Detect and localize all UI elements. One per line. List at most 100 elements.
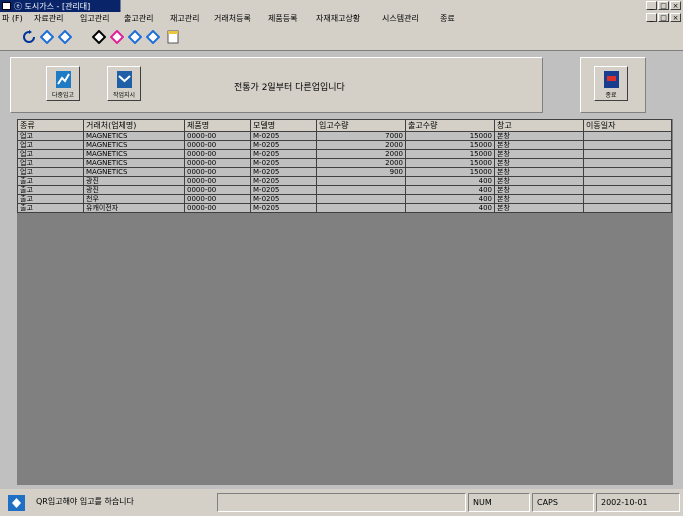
diamond-blue-icon[interactable]: [146, 30, 160, 44]
menu-file[interactable]: 파 (F): [2, 13, 23, 24]
table-cell[interactable]: 본창: [494, 176, 584, 186]
table-row[interactable]: 출고 광진 0000-00 M-0205 400 본창: [17, 185, 672, 195]
table-cell[interactable]: 2000: [316, 149, 406, 159]
table-row[interactable]: 업고 MAGNETICS 0000-00 M-0205 7000 15000 본창: [17, 131, 672, 141]
table-cell[interactable]: 15000: [405, 158, 495, 168]
table-cell[interactable]: M-0205: [250, 203, 317, 213]
table-cell[interactable]: [316, 185, 406, 195]
mdi-minimize-button[interactable]: _: [646, 13, 657, 22]
table-cell[interactable]: 출고: [17, 203, 84, 213]
table-cell[interactable]: [316, 203, 406, 213]
table-cell[interactable]: 15000: [405, 131, 495, 141]
table-cell[interactable]: MAGNETICS: [83, 167, 185, 177]
table-cell[interactable]: [583, 185, 672, 195]
table-cell[interactable]: 15000: [405, 140, 495, 150]
table-cell[interactable]: 0000-00: [184, 194, 251, 204]
table-cell[interactable]: M-0205: [250, 140, 317, 150]
table-cell[interactable]: 900: [316, 167, 406, 177]
table-cell[interactable]: 업고: [17, 167, 84, 177]
table-cell[interactable]: 본창: [494, 158, 584, 168]
table-cell[interactable]: MAGNETICS: [83, 131, 185, 141]
table-cell[interactable]: M-0205: [250, 194, 317, 204]
column-header[interactable]: 모델명: [250, 119, 317, 132]
table-cell[interactable]: 업고: [17, 149, 84, 159]
table-row[interactable]: 출고 광진 0000-00 M-0205 400 본창: [17, 176, 672, 186]
minimize-button[interactable]: _: [646, 1, 657, 10]
table-cell[interactable]: M-0205: [250, 131, 317, 141]
table-cell[interactable]: [316, 194, 406, 204]
maximize-button[interactable]: □: [658, 1, 669, 10]
table-cell[interactable]: 2000: [316, 140, 406, 150]
column-header[interactable]: 거래처(업체명): [83, 119, 185, 132]
table-cell[interactable]: 업고: [17, 131, 84, 141]
table-cell[interactable]: [583, 158, 672, 168]
refresh-icon[interactable]: [22, 30, 36, 44]
multi-inbound-button[interactable]: 다중입고: [46, 66, 80, 101]
diamond-blue-icon[interactable]: [40, 30, 54, 44]
table-cell[interactable]: 400: [405, 194, 495, 204]
menu-outbound[interactable]: 출고관리: [124, 13, 153, 24]
table-cell[interactable]: 광진: [83, 176, 185, 186]
menu-data-management[interactable]: 자료관리: [34, 13, 63, 24]
menu-material-status[interactable]: 자재재고상황: [316, 13, 360, 24]
table-cell[interactable]: 400: [405, 203, 495, 213]
column-header[interactable]: 입고수량: [316, 119, 406, 132]
table-cell[interactable]: MAGNETICS: [83, 158, 185, 168]
table-row[interactable]: 업고 MAGNETICS 0000-00 M-0205 2000 15000 본창: [17, 140, 672, 150]
column-header[interactable]: 종류: [17, 119, 84, 132]
menu-system[interactable]: 시스템관리: [382, 13, 419, 24]
table-cell[interactable]: 본창: [494, 149, 584, 159]
close-button[interactable]: ×: [670, 1, 681, 10]
app-icon[interactable]: [2, 2, 11, 10]
mdi-close-button[interactable]: ×: [670, 13, 681, 22]
table-cell[interactable]: [583, 140, 672, 150]
table-cell[interactable]: 0000-00: [184, 203, 251, 213]
table-cell[interactable]: 업고: [17, 140, 84, 150]
table-row[interactable]: 업고 MAGNETICS 0000-00 M-0205 900 15000 본창: [17, 167, 672, 177]
table-cell[interactable]: 업고: [17, 158, 84, 168]
menu-product-register[interactable]: 제품등록: [268, 13, 297, 24]
column-header[interactable]: 창고: [494, 119, 584, 132]
menu-inbound[interactable]: 입고관리: [80, 13, 109, 24]
table-cell[interactable]: 400: [405, 176, 495, 186]
table-cell[interactable]: 천우: [83, 194, 185, 204]
diamond-blue-icon[interactable]: [58, 30, 72, 44]
table-cell[interactable]: 2000: [316, 158, 406, 168]
table-cell[interactable]: 0000-00: [184, 149, 251, 159]
table-cell[interactable]: 15000: [405, 149, 495, 159]
table-cell[interactable]: M-0205: [250, 149, 317, 159]
column-header[interactable]: 출고수량: [405, 119, 495, 132]
table-row[interactable]: 출고 천우 0000-00 M-0205 400 본창: [17, 194, 672, 204]
table-cell[interactable]: 본창: [494, 185, 584, 195]
data-grid[interactable]: 종류 거래처(업체명) 제품명 모델명 입고수량 출고수량 창고 이동일자 업고 MAGNETI…: [17, 119, 673, 485]
table-row[interactable]: 업고 MAGNETICS 0000-00 M-0205 2000 15000 본창: [17, 149, 672, 159]
column-header[interactable]: 제품명: [184, 119, 251, 132]
table-cell[interactable]: 본창: [494, 131, 584, 141]
table-cell[interactable]: 본창: [494, 167, 584, 177]
diamond-blue-icon[interactable]: [128, 30, 142, 44]
exit-button[interactable]: 종료: [594, 66, 628, 101]
table-row[interactable]: 업고 MAGNETICS 0000-00 M-0205 2000 15000 본창: [17, 158, 672, 168]
table-cell[interactable]: [316, 176, 406, 186]
table-cell[interactable]: [583, 131, 672, 141]
table-cell[interactable]: 0000-00: [184, 167, 251, 177]
table-row[interactable]: 출고 유캐이전자 0000-00 M-0205 400 본창: [17, 203, 672, 213]
table-cell[interactable]: [583, 167, 672, 177]
table-cell[interactable]: 유캐이전자: [83, 203, 185, 213]
table-cell[interactable]: MAGNETICS: [83, 149, 185, 159]
table-cell[interactable]: 출고: [17, 194, 84, 204]
menu-stock[interactable]: 재고관리: [170, 13, 199, 24]
menu-exit[interactable]: 종료: [440, 13, 455, 24]
table-cell[interactable]: 출고: [17, 176, 84, 186]
table-cell[interactable]: M-0205: [250, 167, 317, 177]
table-cell[interactable]: 본창: [494, 140, 584, 150]
table-cell[interactable]: 광진: [83, 185, 185, 195]
table-cell[interactable]: [583, 176, 672, 186]
table-cell[interactable]: 0000-00: [184, 158, 251, 168]
table-cell[interactable]: 0000-00: [184, 131, 251, 141]
table-cell[interactable]: 본창: [494, 203, 584, 213]
menu-vendor-register[interactable]: 거래처등록: [214, 13, 251, 24]
table-cell[interactable]: 본창: [494, 194, 584, 204]
column-header[interactable]: 이동일자: [583, 119, 672, 132]
diamond-pink-icon[interactable]: [110, 30, 124, 44]
